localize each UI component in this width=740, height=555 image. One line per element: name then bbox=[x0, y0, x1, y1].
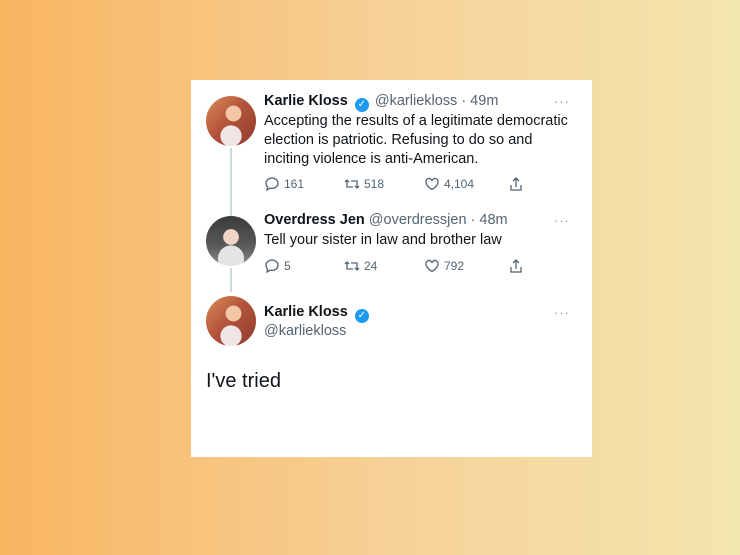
share-icon bbox=[510, 259, 522, 273]
reply-icon bbox=[265, 259, 279, 274]
avatar[interactable] bbox=[206, 96, 256, 146]
thread-line bbox=[230, 268, 232, 292]
tweet-header: Karlie Kloss ✓ @karliekloss · 49m bbox=[264, 93, 498, 112]
reply-button[interactable]: 161 bbox=[264, 176, 304, 192]
verified-badge-icon: ✓ bbox=[354, 98, 369, 112]
retweet-button[interactable]: 518 bbox=[344, 176, 384, 192]
retweet-button[interactable]: 24 bbox=[344, 258, 377, 274]
reply-count: 5 bbox=[284, 259, 291, 273]
tweet-time[interactable]: · 49m bbox=[461, 93, 498, 109]
retweet-count: 518 bbox=[364, 177, 385, 191]
tweet-actions: 161 518 4,104 bbox=[264, 176, 544, 194]
tweet-thread-card: Karlie Kloss ✓ @karliekloss · 49m ··· Ac… bbox=[191, 80, 592, 457]
user-handle[interactable]: @overdressjen bbox=[369, 212, 467, 228]
tweet-actions: 5 24 792 bbox=[264, 258, 544, 276]
avatar[interactable] bbox=[206, 296, 256, 346]
user-name[interactable]: Karlie Kloss bbox=[264, 304, 348, 320]
user-handle[interactable]: @karliekloss bbox=[375, 93, 457, 109]
retweet-icon bbox=[344, 261, 360, 271]
avatar[interactable] bbox=[206, 216, 256, 266]
more-icon[interactable]: ··· bbox=[554, 213, 570, 228]
user-handle[interactable]: @karliekloss bbox=[264, 323, 346, 339]
tweet-header: Overdress Jen @overdressjen · 48m bbox=[264, 212, 508, 228]
share-button[interactable] bbox=[508, 258, 524, 274]
thread-line bbox=[230, 148, 232, 222]
like-icon bbox=[425, 177, 439, 191]
retweet-count: 24 bbox=[364, 259, 378, 273]
tweet-header: Karlie Kloss ✓ bbox=[264, 304, 371, 323]
like-count: 4,104 bbox=[444, 177, 475, 191]
tweet-text: Tell your sister in law and brother law bbox=[264, 232, 502, 248]
like-count: 792 bbox=[444, 259, 465, 273]
verified-badge-icon: ✓ bbox=[354, 309, 369, 323]
like-button[interactable]: 792 bbox=[424, 258, 464, 274]
reply-count: 161 bbox=[284, 177, 305, 191]
user-name[interactable]: Karlie Kloss bbox=[264, 93, 348, 109]
share-button[interactable] bbox=[508, 176, 524, 192]
share-icon bbox=[510, 177, 522, 191]
tweet-text: Accepting the results of a legitimate de… bbox=[264, 113, 568, 167]
like-icon bbox=[425, 259, 439, 273]
user-name[interactable]: Overdress Jen bbox=[264, 212, 365, 228]
more-icon[interactable]: ··· bbox=[554, 94, 570, 109]
more-icon[interactable]: ··· bbox=[554, 305, 570, 320]
reply-icon bbox=[265, 177, 279, 192]
retweet-icon bbox=[344, 179, 360, 189]
reply-button[interactable]: 5 bbox=[264, 258, 291, 274]
tweet-time[interactable]: · 48m bbox=[471, 212, 508, 228]
tweet-text: I've tried bbox=[206, 370, 281, 392]
like-button[interactable]: 4,104 bbox=[424, 176, 474, 192]
